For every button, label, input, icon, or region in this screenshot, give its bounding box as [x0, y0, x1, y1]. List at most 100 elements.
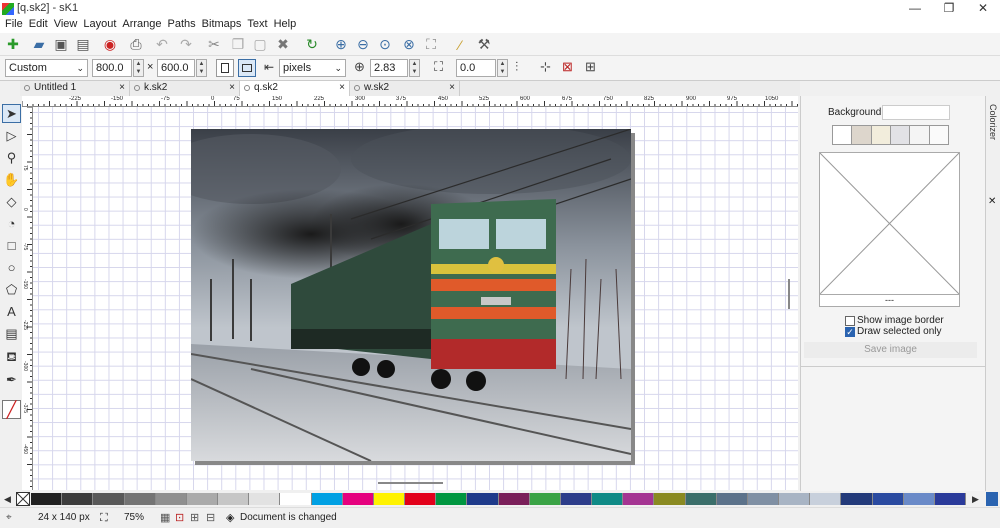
- delete-icon[interactable]: ✖: [273, 35, 293, 54]
- zoom-out-icon[interactable]: ⊖: [353, 35, 373, 54]
- menu-paths[interactable]: Paths: [165, 17, 199, 33]
- tab-close-icon[interactable]: ×: [229, 81, 235, 95]
- zoom-in-icon[interactable]: ⊕: [331, 35, 351, 54]
- height-spinner[interactable]: ▲ ▼: [196, 59, 207, 77]
- fleur-hand-icon[interactable]: ✋: [2, 170, 21, 189]
- palette-swatch[interactable]: [810, 493, 842, 505]
- polygon-icon[interactable]: ⬠: [2, 280, 21, 299]
- bezier-icon[interactable]: ◔: [2, 214, 21, 233]
- guides-icon[interactable]: ⊞: [190, 508, 199, 528]
- palette-swatch[interactable]: [93, 493, 125, 505]
- palette-swatch[interactable]: [342, 493, 374, 505]
- train-bitmap-image[interactable]: [191, 129, 631, 461]
- menu-file[interactable]: File: [2, 17, 26, 33]
- save-image-button[interactable]: Save image: [804, 342, 977, 358]
- align-icon[interactable]: ⫶: [515, 59, 518, 75]
- palette-swatch[interactable]: [311, 493, 343, 505]
- palette-swatch[interactable]: [747, 493, 780, 505]
- palette-swatch[interactable]: [155, 493, 187, 505]
- swatch-light-gray[interactable]: [910, 126, 930, 144]
- horizontal-scrollbar-thumb[interactable]: [378, 482, 443, 484]
- no-fill-stroke-icon[interactable]: ╱: [2, 400, 21, 419]
- page-height-input[interactable]: 600.0: [157, 59, 195, 77]
- swatch-white[interactable]: [833, 126, 853, 144]
- palette-swatch[interactable]: [467, 493, 499, 505]
- palette-swatch[interactable]: [218, 493, 250, 505]
- units-select[interactable]: pixels ⌄: [279, 59, 346, 77]
- zoom-page-icon[interactable]: ⛶: [421, 35, 441, 54]
- snap-icon[interactable]: ⊡: [175, 508, 184, 528]
- save-icon[interactable]: ▣: [51, 35, 71, 54]
- palette-swatch[interactable]: [623, 493, 655, 505]
- menu-bitmaps[interactable]: Bitmaps: [199, 17, 245, 33]
- ellipse-icon[interactable]: ○: [2, 258, 21, 277]
- copy-icon[interactable]: ❐: [228, 35, 248, 54]
- palette-swatch[interactable]: [31, 493, 63, 505]
- portrait-button[interactable]: [216, 59, 234, 77]
- show-border-checkbox[interactable]: [845, 316, 855, 326]
- palette-swatch[interactable]: [934, 493, 967, 505]
- selection-arrow-icon[interactable]: ➤: [2, 104, 21, 123]
- close-document-icon[interactable]: ◉: [100, 35, 120, 54]
- save-as-icon[interactable]: ▤: [73, 35, 93, 54]
- paste-icon[interactable]: ▢: [250, 35, 270, 54]
- swatch-off-white[interactable]: [929, 126, 948, 144]
- palette-swatch[interactable]: [405, 493, 437, 505]
- palette-swatch[interactable]: [62, 493, 94, 505]
- palette-swatch[interactable]: [498, 493, 530, 505]
- landscape-button[interactable]: [238, 59, 256, 77]
- page-width-input[interactable]: 800.0: [92, 59, 132, 77]
- rectangle-icon[interactable]: □: [2, 236, 21, 255]
- fill-bucket-icon[interactable]: ⛾: [2, 348, 21, 367]
- tab-untitled-1[interactable]: Untitled 1 ×: [20, 81, 130, 96]
- text-tool-icon[interactable]: A: [2, 302, 21, 321]
- tab-w-sk2[interactable]: w.sk2 ×: [350, 81, 460, 96]
- background-color-field[interactable]: [882, 105, 950, 120]
- zoom-selection-icon[interactable]: ⊗: [399, 35, 419, 54]
- pen-outline-icon[interactable]: ✒: [2, 370, 21, 389]
- remove-guides-icon[interactable]: ⊠: [562, 59, 573, 75]
- palette-swatch[interactable]: [841, 493, 873, 505]
- maximize-button[interactable]: ❐: [932, 0, 966, 17]
- tab-k-sk2[interactable]: k.sk2 ×: [130, 81, 240, 96]
- palette-scroll-right-icon[interactable]: ▶: [972, 494, 979, 505]
- palette-swatch[interactable]: [654, 493, 686, 505]
- open-folder-icon[interactable]: ▰: [29, 35, 49, 54]
- node-edit-icon[interactable]: ▷: [2, 126, 21, 145]
- palette-swatch[interactable]: [280, 493, 312, 505]
- menu-arrange[interactable]: Arrange: [119, 17, 164, 33]
- gradient-tool-icon[interactable]: ▤: [2, 324, 21, 343]
- palette-swatch[interactable]: [373, 493, 406, 505]
- palette-swatch[interactable]: [560, 493, 593, 505]
- menu-help[interactable]: Help: [271, 17, 300, 33]
- palette-scroll-left-icon[interactable]: ◀: [4, 494, 11, 505]
- print-icon[interactable]: ⎙: [126, 35, 146, 54]
- minimize-button[interactable]: —: [898, 0, 932, 17]
- palette-swatch[interactable]: [716, 493, 748, 505]
- palette-swatch[interactable]: [872, 493, 904, 505]
- collapse-icon[interactable]: ✕: [988, 196, 996, 207]
- cut-icon[interactable]: ✂: [204, 35, 224, 54]
- palette-swatch[interactable]: [903, 493, 935, 505]
- angle-spinner[interactable]: ▲ ▼: [497, 59, 508, 77]
- palette-swatch[interactable]: [124, 493, 156, 505]
- menu-text[interactable]: Text: [244, 17, 270, 33]
- palette-swatch[interactable]: [436, 493, 468, 505]
- redo-icon[interactable]: ↷: [176, 35, 196, 54]
- colorizer-tab[interactable]: Colorizer: [988, 104, 998, 140]
- guide-icon[interactable]: ⊹: [540, 59, 551, 75]
- menu-view[interactable]: View: [51, 17, 81, 33]
- drawing-canvas[interactable]: [33, 107, 798, 490]
- tab-q-sk2[interactable]: q.sk2 ×: [240, 81, 350, 96]
- grid-icon[interactable]: ▦: [160, 508, 170, 528]
- angle-input[interactable]: 0.0: [456, 59, 496, 77]
- jump-distance-input[interactable]: 2.83: [370, 59, 408, 77]
- menu-layout[interactable]: Layout: [80, 17, 119, 33]
- swatch-cream[interactable]: [871, 126, 891, 144]
- width-spinner[interactable]: ▲ ▼: [133, 59, 144, 77]
- palette-swatch[interactable]: [529, 493, 561, 505]
- swatch-beige[interactable]: [852, 126, 872, 144]
- jump-spinner[interactable]: ▲ ▼: [409, 59, 420, 77]
- palette-swatch[interactable]: [186, 493, 219, 505]
- objects-icon[interactable]: ⊟: [206, 508, 215, 528]
